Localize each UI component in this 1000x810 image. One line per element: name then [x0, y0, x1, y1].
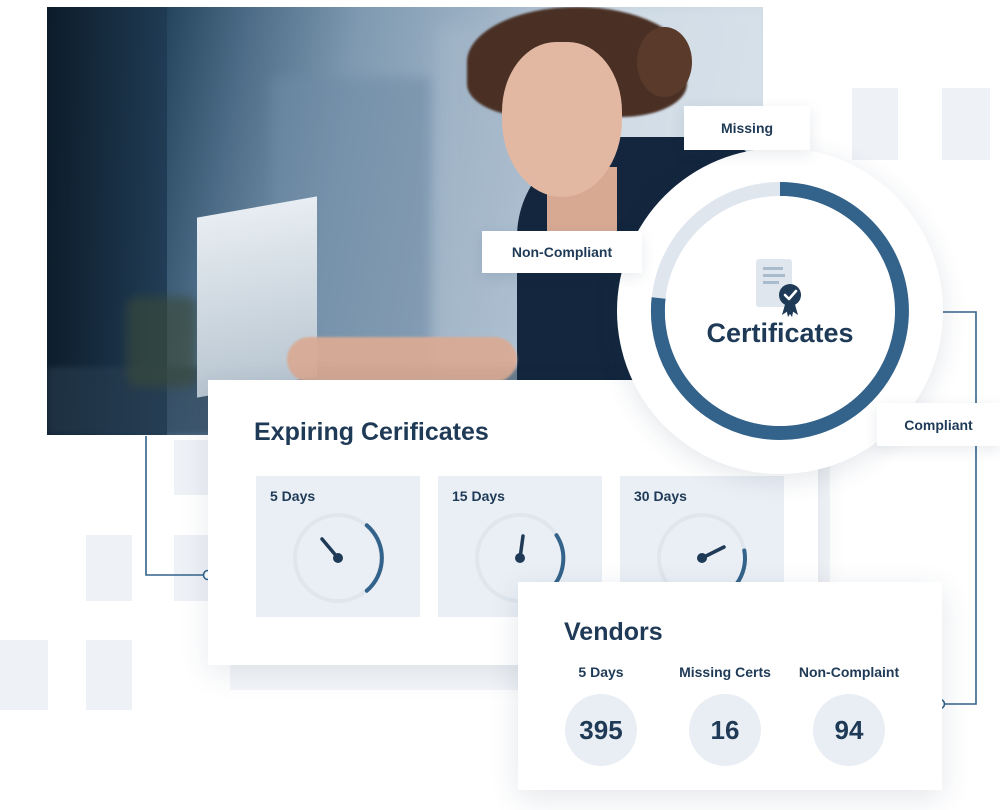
vendors-card: Vendors 5 Days 395 Missing Certs 16 Non-… [518, 582, 942, 790]
vendor-stat-non-complaint[interactable]: Non-Complaint 94 [784, 664, 914, 766]
vendors-title: Vendors [564, 618, 663, 646]
gauge-card-5-days[interactable]: 5 Days [256, 476, 420, 617]
certificates-title: Certificates [706, 318, 854, 348]
vendor-stat-5-days[interactable]: 5 Days 395 [536, 664, 666, 766]
callout-non-compliant[interactable]: Non-Compliant [482, 231, 642, 273]
vendor-stat-value: 94 [813, 694, 885, 766]
vendor-stat-missing-certs[interactable]: Missing Certs 16 [660, 664, 790, 766]
vendor-stat-label: 5 Days [578, 664, 624, 680]
speedometer-icon [293, 513, 384, 603]
certificate-icon [756, 259, 801, 317]
callout-compliant[interactable]: Compliant [877, 403, 1000, 446]
vendor-stat-value: 16 [689, 694, 761, 766]
vendor-stat-label: Missing Certs [679, 664, 771, 680]
callout-missing[interactable]: Missing [684, 106, 810, 150]
vendor-stat-label: Non-Complaint [798, 664, 900, 680]
expiring-title: Expiring Cerificates [254, 418, 489, 446]
vendor-stat-value: 395 [565, 694, 637, 766]
